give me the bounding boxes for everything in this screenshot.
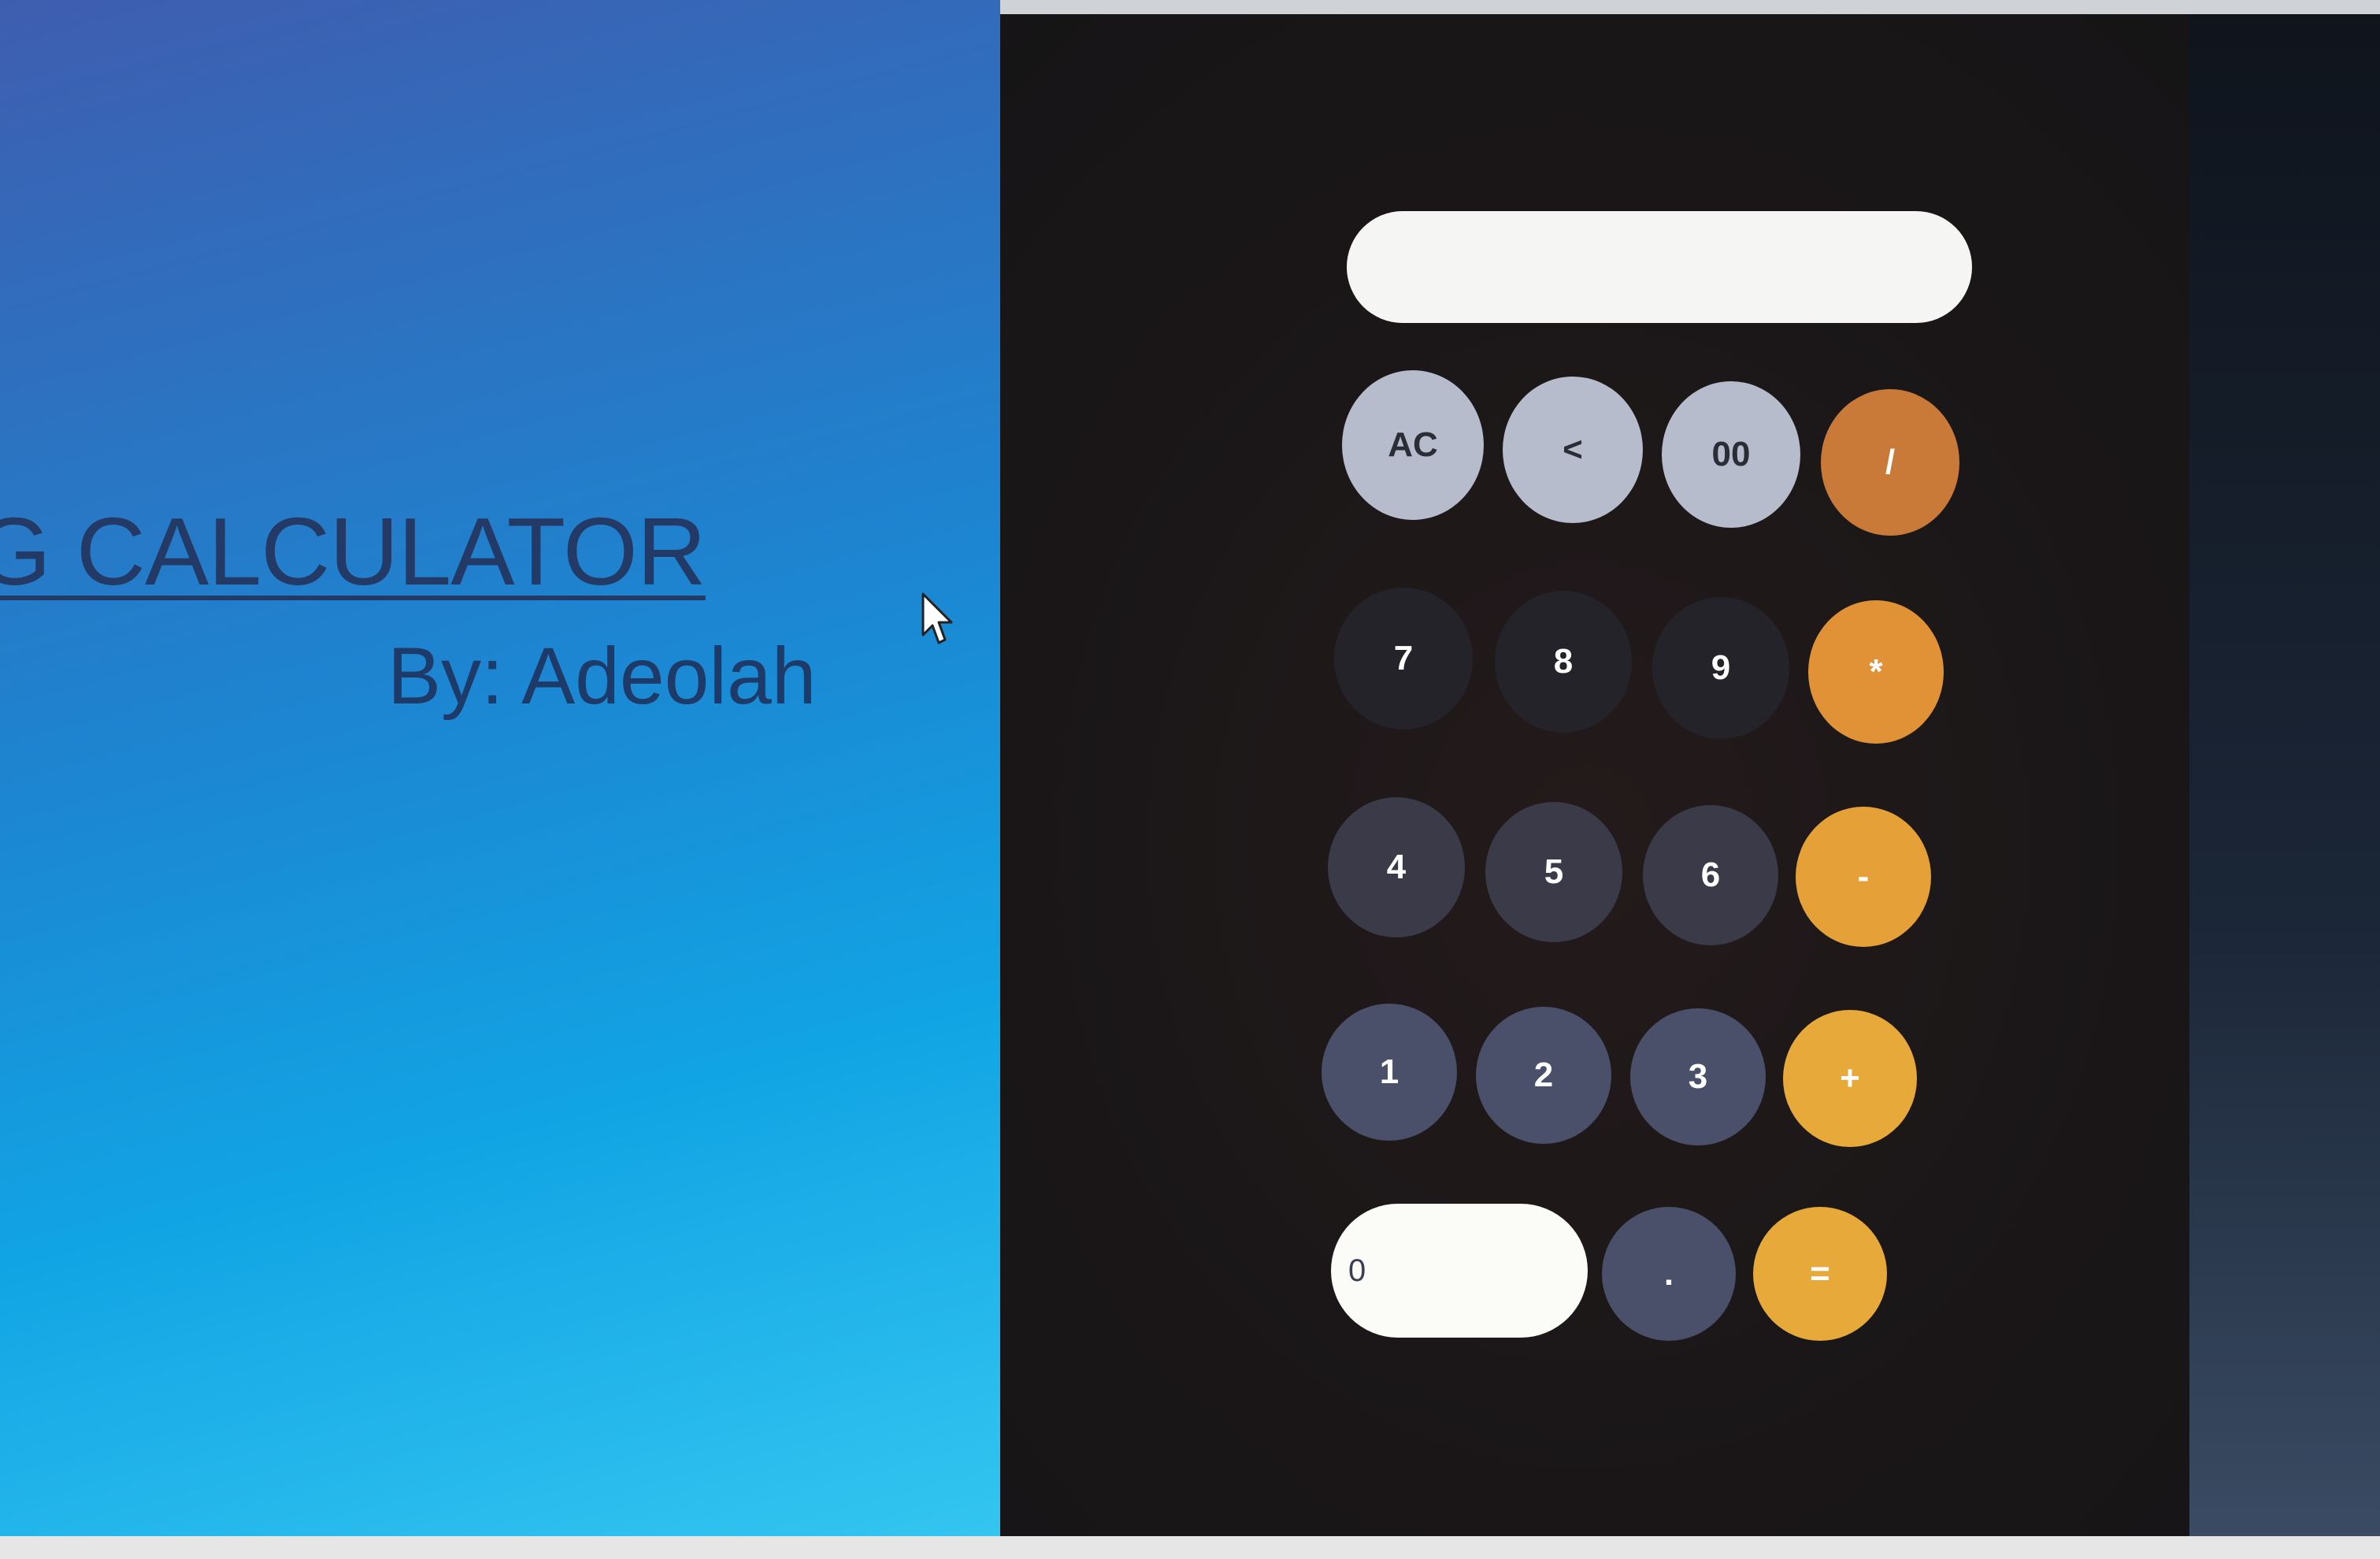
equals-button[interactable]: =	[1753, 1207, 1887, 1341]
digit-3-button[interactable]: 3	[1630, 1008, 1766, 1145]
double-zero-button[interactable]: 00	[1662, 381, 1800, 528]
bottom-edge	[0, 1536, 2380, 1559]
digit-9-button[interactable]: 9	[1652, 597, 1789, 739]
digit-1-button[interactable]: 1	[1322, 1004, 1457, 1141]
minus-button[interactable]: -	[1796, 807, 1931, 947]
page-title: G CALCULATOR	[0, 498, 706, 605]
screen: G CALCULATOR By: Adeolah AC < 00 / 7 8 9…	[0, 0, 2380, 1559]
digit-4-button[interactable]: 4	[1328, 797, 1465, 937]
clear-button[interactable]: AC	[1342, 370, 1484, 520]
digit-6-button[interactable]: 6	[1643, 805, 1778, 945]
digit-7-button[interactable]: 7	[1334, 588, 1473, 729]
window-edge	[2189, 0, 2380, 1536]
digit-0-button[interactable]: 0	[1331, 1204, 1588, 1338]
decimal-button[interactable]: .	[1602, 1207, 1736, 1341]
digit-8-button[interactable]: 8	[1495, 591, 1632, 733]
plus-button[interactable]: +	[1783, 1010, 1917, 1147]
multiply-button[interactable]: *	[1808, 600, 1944, 744]
calculator-display[interactable]	[1347, 211, 1972, 323]
mouse-pointer-icon	[921, 592, 953, 644]
top-edge	[1000, 0, 2380, 14]
divide-button[interactable]: /	[1821, 389, 1959, 536]
digit-5-button[interactable]: 5	[1485, 802, 1622, 942]
digit-2-button[interactable]: 2	[1476, 1007, 1611, 1144]
backspace-button[interactable]: <	[1503, 377, 1643, 523]
title-pane: G CALCULATOR By: Adeolah	[0, 0, 1016, 1536]
author-byline: By: Adeolah	[387, 631, 817, 721]
